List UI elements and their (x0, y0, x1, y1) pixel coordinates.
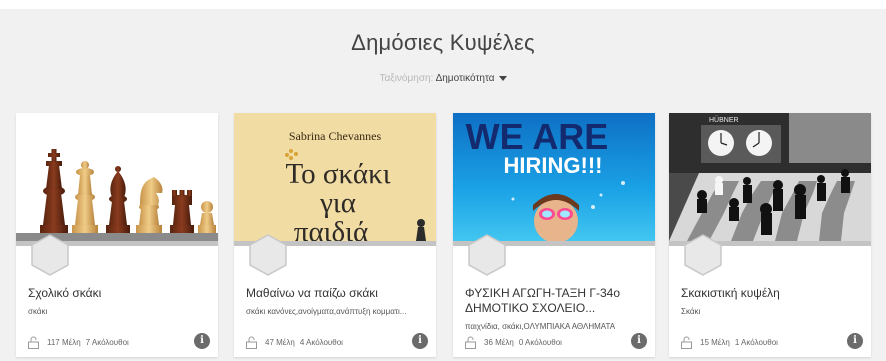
followers-count: 0 Ακόλουθοι (518, 337, 562, 347)
sort-value: Δημοτικότητα (435, 73, 495, 84)
book-title-line2: για (319, 187, 356, 219)
hive-card-physical-education[interactable]: WE ARE HIRING!!! ΦΥΣΙΚΗ ΑΓΩΓΗ-ΤΑΞΗ Γ-34ο… (453, 113, 655, 357)
hive-image-book-cover: Sabrina Chevannes Το σκάκι για παιδιά (234, 113, 436, 241)
lock-icon (28, 336, 39, 349)
hexagon-avatar-icon (467, 233, 507, 277)
followers-count: 7 Ακόλουθοι (85, 337, 129, 347)
lock-icon (681, 336, 692, 349)
hive-tags: σκάκι (28, 307, 48, 316)
info-icon[interactable]: i (847, 333, 863, 349)
members-count: 15 Μέλη (700, 337, 730, 347)
members-count: 47 Μέλη (265, 337, 295, 347)
book-author: Sabrina Chevannes (289, 129, 382, 143)
followers-count: 1 Ακόλουθοι (734, 337, 778, 347)
book-title-line3: παιδιά (294, 216, 368, 241)
poster-line1: WE ARE (466, 116, 609, 157)
hive-tags: Σκάκι (681, 307, 701, 316)
hexagon-avatar-icon (30, 233, 70, 277)
hive-card-school-chess[interactable]: Σχολικό σκάκι σκάκι 117 Μέλη 7 Ακόλουθοι… (16, 113, 218, 357)
hive-card-learn-chess[interactable]: Sabrina Chevannes Το σκάκι για παιδιά Μα… (234, 113, 436, 357)
hive-title[interactable]: ΦΥΣΙΚΗ ΑΓΩΓΗ-ΤΑΞΗ Γ-34ο ΔΗΜΟΤΙΚΟ ΣΧΟΛΕΙΟ… (465, 286, 647, 316)
hexagon-avatar-icon (683, 233, 723, 277)
top-bar (0, 0, 886, 9)
lock-icon (246, 336, 257, 349)
info-icon[interactable]: i (631, 333, 647, 349)
hive-image-chess-board: HÜBNER (669, 113, 871, 241)
hive-stats: 117 Μέλη 7 Ακόλουθοι i (28, 333, 210, 349)
poster-line2: HIRING!!! (504, 153, 603, 178)
sort-control: Ταξινόμηση: Δημοτικότητα (0, 73, 886, 84)
hive-tags: παιχνίδια, σκάκι,ΟΛΥΜΠΙΑΚΑ ΑΘΛΗΜΑΤΑ (465, 322, 616, 331)
hive-card-chess-hive[interactable]: HÜBNER Σκακιστική κυψέλη Σκάκι 15 Μέλη 1… (669, 113, 871, 357)
hive-tags: σκάκι κανόνες,ανοίγματα,ανάπτυξη κομματι… (246, 307, 407, 316)
hexagon-avatar-icon (248, 233, 288, 277)
hive-image-hiring-poster: WE ARE HIRING!!! (453, 113, 655, 241)
info-icon[interactable]: i (412, 333, 428, 349)
book-title-line1: Το σκάκι (285, 158, 390, 190)
hive-title[interactable]: Σκακιστική κυψέλη (681, 286, 863, 301)
hive-stats: 15 Μέλη 1 Ακόλουθοι i (681, 333, 863, 349)
hive-image-chess-pieces (16, 113, 218, 241)
followers-count: 4 Ακόλουθοι (299, 337, 343, 347)
lock-icon (465, 336, 476, 349)
hive-stats: 47 Μέλη 4 Ακόλουθοι i (246, 333, 428, 349)
page-title: Δημόσιες Κυψέλες (351, 30, 535, 55)
members-count: 36 Μέλη (484, 337, 514, 347)
hive-stats: 36 Μέλη 0 Ακόλουθοι i (465, 333, 647, 349)
hive-title[interactable]: Μαθαίνω να παίζω σκάκι (246, 286, 428, 301)
sort-dropdown[interactable]: Δημοτικότητα (436, 73, 507, 84)
hive-title[interactable]: Σχολικό σκάκι (28, 286, 210, 301)
sort-label: Ταξινόμηση: (379, 73, 434, 84)
clock-brand: HÜBNER (709, 116, 739, 124)
members-count: 117 Μέλη (47, 337, 81, 347)
info-icon[interactable]: i (194, 333, 210, 349)
caret-down-icon (498, 75, 507, 81)
